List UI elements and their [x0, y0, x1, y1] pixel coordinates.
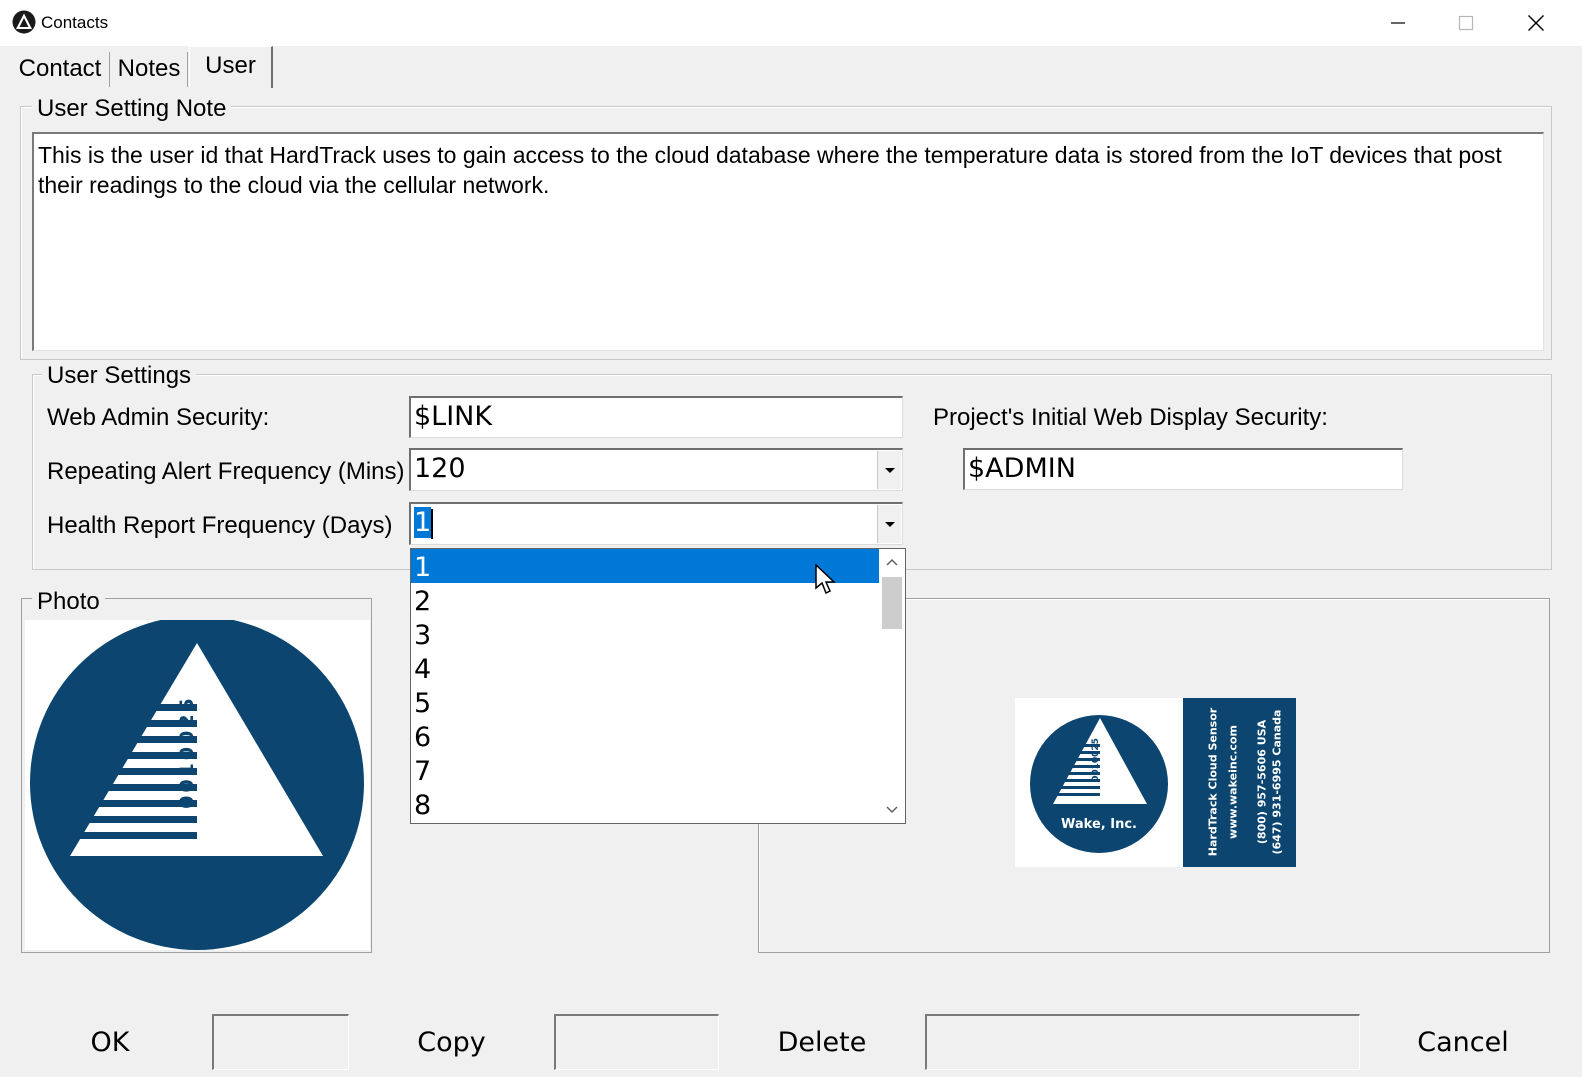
minimize-button[interactable] [1364, 0, 1432, 46]
dropdown-option-1[interactable]: 1 [411, 549, 880, 583]
label-product-name: HardTrack Cloud Sensor [1207, 707, 1220, 856]
repeating-alert-frequency-combo[interactable]: 120 [409, 448, 903, 491]
dropdown-option-7[interactable]: 7 [411, 753, 880, 787]
minimize-icon [1391, 22, 1405, 24]
photo-group: 0010025 [21, 598, 372, 953]
wake-logo-large: 0010025 [30, 616, 364, 950]
user-setting-note-textarea[interactable]: This is the user id that HardTrack uses … [32, 132, 1544, 351]
web-admin-security-input[interactable]: $LINK [409, 396, 903, 438]
button-spacer [212, 1014, 349, 1070]
window-title: Contacts [41, 13, 109, 32]
button-spacer [925, 1014, 1360, 1070]
tab-contact[interactable]: Contact [11, 52, 110, 87]
logo-digits: 0010025 [176, 695, 198, 809]
dropdown-scrollbar[interactable] [879, 549, 905, 823]
web-admin-security-label: Web Admin Security: [47, 404, 270, 431]
maximize-button[interactable] [1432, 0, 1500, 46]
cancel-button[interactable]: Cancel [1360, 1014, 1566, 1070]
scrollbar-thumb[interactable] [882, 577, 902, 629]
label-logo-digits: 0010025 [1091, 738, 1101, 782]
chevron-down-icon [884, 467, 895, 473]
scroll-up-button[interactable] [879, 549, 905, 575]
repeating-alert-frequency-value: 120 [414, 453, 466, 484]
dropdown-option-6[interactable]: 6 [411, 719, 880, 753]
chevron-up-icon [886, 558, 898, 566]
tab-user[interactable]: User [189, 46, 273, 88]
bottom-button-bar: OK Copy Delete Cancel [0, 1014, 1582, 1077]
ok-button[interactable]: OK [8, 1014, 212, 1070]
product-label-image: 0010025 Wake, Inc. HardTrack Cloud Senso… [1015, 698, 1296, 867]
label-company-name: Wake, Inc. [1061, 817, 1137, 832]
photo-image: 0010025 [25, 616, 370, 950]
repeating-alert-frequency-label: Repeating Alert Frequency (Mins) [47, 458, 405, 485]
close-button[interactable] [1502, 0, 1570, 46]
project-initial-web-display-security-value: $ADMIN [968, 453, 1076, 484]
scroll-down-button[interactable] [879, 797, 905, 823]
label-phone-canada: (647) 931-6995 Canada [1271, 710, 1284, 855]
dropdown-options: 1 2 3 4 5 6 7 8 [411, 549, 880, 823]
app-logo-icon [12, 10, 36, 34]
project-initial-web-display-security-label: Project's Initial Web Display Security: [933, 404, 1328, 431]
delete-button[interactable]: Delete [719, 1014, 925, 1070]
label-phone-usa: (800) 957-5606 USA [1256, 719, 1269, 844]
chevron-down-icon [884, 521, 895, 527]
dropdown-option-5[interactable]: 5 [411, 685, 880, 719]
health-report-frequency-combo[interactable]: 1 [409, 502, 903, 545]
photo-legend: Photo [32, 589, 105, 615]
health-report-frequency-label: Health Report Frequency (Days) [47, 512, 393, 539]
product-label-graphic: 0010025 Wake, Inc. HardTrack Cloud Senso… [1030, 698, 1296, 867]
dropdown-option-2[interactable]: 2 [411, 583, 880, 617]
label-website: www.wakeinc.com [1227, 725, 1240, 839]
title-bar: Contacts [0, 0, 1582, 46]
dropdown-option-8[interactable]: 8 [411, 787, 880, 821]
health-report-frequency-value: 1 [414, 507, 432, 538]
tab-notes[interactable]: Notes [111, 52, 188, 87]
user-settings-legend: User Settings [42, 363, 197, 389]
dropdown-option-3[interactable]: 3 [411, 617, 880, 651]
text-caret [431, 508, 434, 539]
repeating-alert-dropdown-button[interactable] [877, 451, 901, 489]
web-admin-security-value: $LINK [414, 401, 493, 432]
maximize-icon [1458, 15, 1474, 31]
user-setting-note-legend: User Setting Note [32, 96, 232, 122]
mouse-cursor-icon [815, 564, 836, 595]
close-icon [1528, 15, 1544, 31]
copy-button[interactable]: Copy [349, 1014, 554, 1070]
dropdown-option-4[interactable]: 4 [411, 651, 880, 685]
project-initial-web-display-security-input[interactable]: $ADMIN [963, 448, 1403, 490]
health-report-dropdown-button[interactable] [877, 505, 901, 543]
button-spacer [554, 1014, 719, 1070]
chevron-down-icon [886, 806, 898, 814]
